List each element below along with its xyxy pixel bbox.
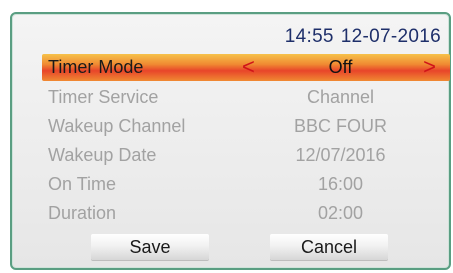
- setting-label: Wakeup Channel: [48, 116, 186, 136]
- setting-label: Duration: [48, 203, 117, 223]
- current-time: 14:55: [284, 26, 334, 47]
- setting-row-timer-mode[interactable]: Timer Mode < Off >: [42, 54, 450, 81]
- setting-row-wakeup-channel[interactable]: Wakeup Channel BBC FOUR: [42, 112, 450, 141]
- cancel-button[interactable]: Cancel: [270, 234, 388, 260]
- setting-row-timer-service[interactable]: Timer Service Channel: [42, 83, 450, 112]
- settings-list: Timer Mode < Off > Timer Service Channel…: [42, 54, 450, 228]
- setting-row-wakeup-date[interactable]: Wakeup Date 12/07/2016: [42, 141, 450, 170]
- timer-settings-panel: 14:55 12-07-2016 Timer Mode < Off > Timer…: [10, 12, 451, 270]
- setting-value: 16:00: [317, 174, 364, 194]
- setting-label: Timer Service: [48, 87, 159, 107]
- current-date: 12-07-2016: [340, 26, 441, 47]
- clock-display: 14:55 12-07-2016: [285, 26, 441, 48]
- screen: 14:55 12-07-2016 Timer Mode < Off > Timer…: [0, 0, 453, 273]
- button-bar: Save Cancel: [12, 234, 453, 262]
- setting-row-duration[interactable]: Duration 02:00: [42, 199, 450, 228]
- setting-value: Channel: [306, 87, 375, 107]
- setting-label: Wakeup Date: [48, 145, 157, 165]
- arrow-right-icon[interactable]: >: [423, 54, 436, 80]
- setting-value: 12/07/2016: [295, 145, 386, 165]
- setting-value: Off: [328, 57, 353, 77]
- setting-value: 02:00: [317, 203, 364, 223]
- setting-value: BBC FOUR: [293, 116, 387, 136]
- setting-row-on-time[interactable]: On Time 16:00: [42, 170, 450, 199]
- save-button[interactable]: Save: [91, 234, 209, 260]
- setting-label: Timer Mode: [48, 57, 144, 77]
- setting-label: On Time: [48, 174, 117, 194]
